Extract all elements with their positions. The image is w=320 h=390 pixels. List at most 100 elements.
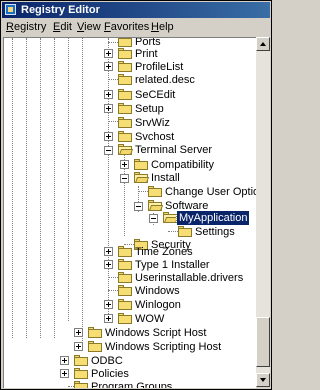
menu-help-key: H <box>151 21 159 33</box>
title-bar[interactable]: Registry Editor <box>2 2 270 18</box>
tree-item-wow[interactable]: WOW <box>133 312 166 326</box>
scroll-down-button[interactable] <box>256 373 270 387</box>
folder-icon <box>74 368 88 379</box>
arrow-up-icon <box>260 42 266 46</box>
menu-favorites-rest: avorites <box>110 21 150 33</box>
tree-item-print[interactable]: Print <box>133 47 160 61</box>
expand-icon[interactable] <box>104 314 113 323</box>
folder-icon <box>118 38 132 47</box>
folder-icon <box>88 341 102 352</box>
tree-item-myapplication[interactable]: MyApplication <box>175 210 251 226</box>
expand-icon[interactable] <box>120 160 129 169</box>
folder-icon <box>178 226 192 237</box>
folder-icon <box>118 89 132 100</box>
scroll-up-button[interactable] <box>256 37 270 51</box>
tree-connector <box>108 42 118 43</box>
tree-item-winlogon[interactable]: Winlogon <box>133 298 183 312</box>
menu-registry-rest: egistry <box>13 21 47 33</box>
folder-icon <box>118 117 132 128</box>
registry-editor-window: Registry Editor Registry Edit View Favor… <box>0 0 272 390</box>
collapse-icon[interactable] <box>104 146 113 155</box>
arrow-down-icon <box>260 378 266 382</box>
tree-item-program-groups[interactable]: Program Groups <box>89 380 174 388</box>
menu-registry[interactable]: Registry <box>6 21 46 34</box>
menu-registry-key: R <box>6 21 14 33</box>
menu-help[interactable]: Help <box>151 21 174 34</box>
tree-guide-line <box>68 38 69 321</box>
expand-icon[interactable] <box>104 300 113 309</box>
vertical-scrollbar[interactable] <box>256 37 270 387</box>
menu-view-rest: iew <box>84 21 101 33</box>
tree-item-setup[interactable]: Setup <box>133 102 166 116</box>
expand-icon[interactable] <box>74 328 83 337</box>
folder-icon <box>118 313 132 324</box>
tree-connector <box>108 79 118 80</box>
folder-icon <box>118 61 132 72</box>
folder-icon <box>118 285 132 296</box>
tree-item-userinstallable-drivers[interactable]: Userinstallable.drivers <box>133 271 245 285</box>
tree-item-odbc[interactable]: ODBC <box>89 354 125 368</box>
registry-editor-icon <box>5 4 16 15</box>
tree-guide-line <box>54 38 55 338</box>
expand-icon[interactable] <box>104 247 113 256</box>
scroll-thumb[interactable] <box>256 317 270 367</box>
tree-item-srvwiz[interactable]: SrvWiz <box>133 116 172 130</box>
expand-icon[interactable] <box>104 132 113 141</box>
collapse-icon[interactable] <box>134 202 143 211</box>
expand-icon[interactable] <box>74 342 83 351</box>
tree-item-compatibility[interactable]: Compatibility <box>149 158 216 172</box>
tree-guide-line <box>12 38 13 338</box>
folder-icon <box>118 246 132 257</box>
open-folder-icon <box>134 172 150 183</box>
tree-item-install[interactable]: Install <box>149 171 182 185</box>
menu-view[interactable]: View <box>77 21 101 34</box>
tree-connector <box>138 191 148 192</box>
registry-tree[interactable]: Ports Print ProfileList related.desc SeC… <box>3 37 256 388</box>
tree-connector <box>108 277 118 278</box>
folder-icon <box>118 48 132 59</box>
tree-item-policies[interactable]: Policies <box>89 367 131 381</box>
open-folder-icon <box>118 144 134 155</box>
tree-item-windows-script-host[interactable]: Windows Script Host <box>103 326 208 340</box>
tree-item-windows-scripting-host[interactable]: Windows Scripting Host <box>103 340 223 354</box>
expand-icon[interactable] <box>104 104 113 113</box>
tree-item-type1-installer[interactable]: Type 1 Installer <box>133 258 212 272</box>
menu-favorites[interactable]: Favorites <box>104 21 149 34</box>
expand-icon[interactable] <box>60 369 69 378</box>
tree-guide-line <box>40 38 41 338</box>
tree-connector <box>108 290 118 291</box>
window-title: Registry Editor <box>21 4 100 16</box>
folder-icon <box>118 74 132 85</box>
menu-help-rest: elp <box>158 21 174 33</box>
open-folder-icon <box>163 212 179 223</box>
folder-icon <box>74 355 88 366</box>
menu-edit[interactable]: Edit <box>53 21 72 34</box>
tree-guide-line <box>82 38 83 349</box>
folder-icon <box>118 299 132 310</box>
expand-icon[interactable] <box>104 62 113 71</box>
tree-connector <box>108 121 118 122</box>
tree-item-terminal-server[interactable]: Terminal Server <box>133 143 214 157</box>
collapse-icon[interactable] <box>149 214 158 223</box>
tree-item-profilelist[interactable]: ProfileList <box>133 60 185 74</box>
tree-item-svchost[interactable]: Svchost <box>133 130 176 144</box>
expand-icon[interactable] <box>104 90 113 99</box>
folder-icon <box>134 159 148 170</box>
tree-item-change-user-option[interactable]: Change User Option <box>163 185 256 199</box>
tree-item-settings[interactable]: Settings <box>193 225 237 239</box>
menu-favorites-key: F <box>104 21 111 33</box>
folder-icon <box>74 381 88 388</box>
collapse-icon[interactable] <box>120 174 129 183</box>
tree-item-time-zones[interactable]: Time Zones <box>133 245 195 259</box>
expand-icon[interactable] <box>60 356 69 365</box>
expand-icon[interactable] <box>104 49 113 58</box>
tree-connector <box>168 231 178 232</box>
folder-icon <box>118 259 132 270</box>
tree-item-secedit[interactable]: SeCEdit <box>133 88 177 102</box>
tree-item-related-desc[interactable]: related.desc <box>133 73 197 87</box>
folder-icon <box>88 327 102 338</box>
folder-icon <box>118 103 132 114</box>
tree-item-windows[interactable]: Windows <box>133 284 182 298</box>
expand-icon[interactable] <box>104 260 113 269</box>
menu-edit-rest: dit <box>60 21 72 33</box>
